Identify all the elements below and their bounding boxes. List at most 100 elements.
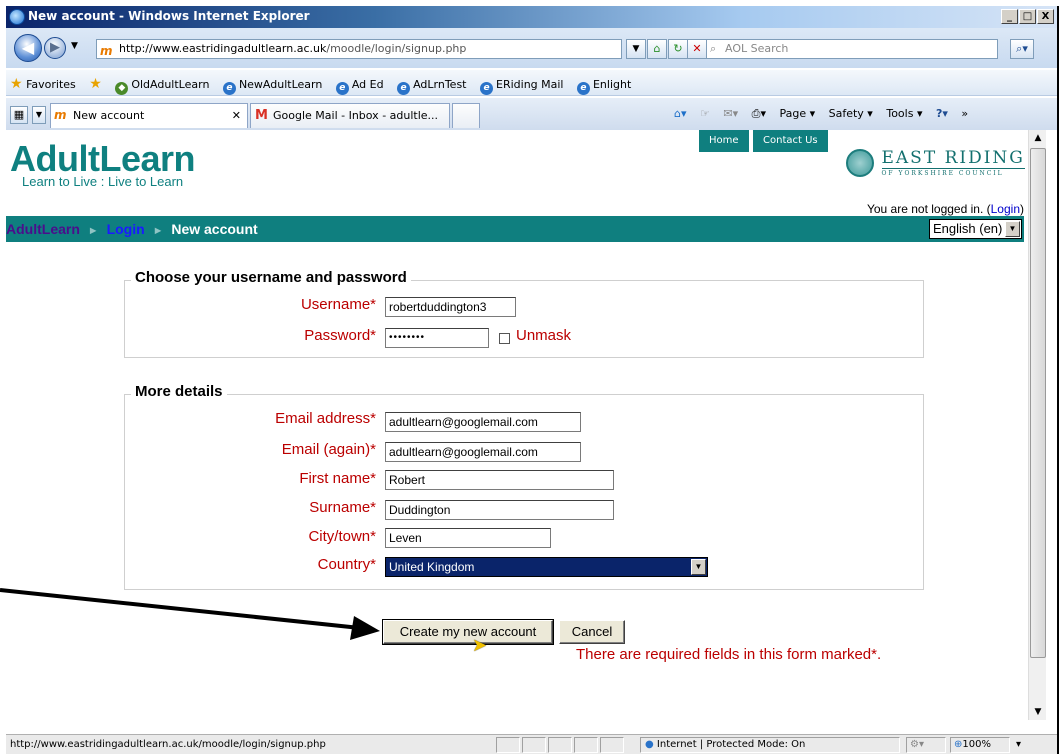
chevron-right-icon[interactable]: » [961,107,968,120]
country-select[interactable]: United Kingdom ▼ [385,557,708,577]
ie-logo-icon [9,9,25,25]
maximize-button[interactable]: □ [1019,9,1036,24]
logo-text: AdultLearn [10,138,196,179]
add-ons-icon[interactable]: ⚙▾ [906,737,946,753]
status-cell [548,737,572,753]
ie-page-icon: e [397,82,411,95]
username-label: Username* [300,296,376,313]
home-link[interactable]: Home [698,130,749,152]
tab-google-mail[interactable]: M Google Mail - Inbox - adultle... [250,103,450,128]
favorite-link-oldadultlearn[interactable]: ◆ OldAdultLearn [115,78,209,95]
status-url: http://www.eastridingadultlearn.ac.uk/mo… [10,739,326,750]
refresh-icon[interactable]: ↻ [668,39,688,59]
print-icon[interactable]: ⎙▾ [752,107,766,121]
quick-tabs-icon[interactable]: ▦ [10,106,28,124]
status-cell [496,737,520,753]
zoom-control[interactable]: ⊕100% [950,737,1010,753]
language-value: English (en) [933,221,1003,236]
tools-menu[interactable]: Tools ▾ [886,107,922,120]
favorite-link-eriding-mail[interactable]: e ERiding Mail [480,78,563,95]
contact-us-link[interactable]: Contact Us [752,130,828,152]
search-input[interactable]: ⌕ AOL Search [706,39,998,59]
zoom-dropdown-icon[interactable]: ▾ [1016,735,1021,754]
surname-field[interactable]: Duddington [385,500,614,520]
status-cell [522,737,546,753]
add-favorite-icon[interactable]: ★ [89,76,102,92]
url-path: /moodle/login/signup.php [326,42,467,55]
breadcrumb-adultlearn[interactable]: AdultLearn [6,221,80,237]
create-account-button[interactable]: Create my new account [382,619,554,645]
breadcrumb-separator-icon: ► [152,225,164,237]
status-cell [574,737,598,753]
feeds-icon[interactable]: ☞ [700,107,710,120]
forward-button[interactable]: ▶ [44,37,66,59]
email-again-field[interactable]: adultlearn@googlemail.com [385,442,581,462]
history-dropdown-icon[interactable]: ▼ [71,41,78,51]
breadcrumb-current: New account [171,221,258,237]
tab-list-dropdown-icon[interactable]: ▼ [32,106,46,124]
favorite-label: ERiding Mail [496,78,564,91]
favorite-link-adlrntest[interactable]: e AdLrnTest [397,78,467,95]
search-go-icon[interactable]: ⌕▾ [1010,39,1034,59]
address-input[interactable]: m http://www.eastridingadultlearn.ac.uk/… [96,39,622,59]
close-window-button[interactable]: X [1037,9,1054,24]
login-status-text: You are not logged in. ( [866,202,991,216]
address-dropdown-icon[interactable]: ▼ [626,39,646,59]
favorite-label: Ad Ed [351,78,384,91]
page-menu[interactable]: Page ▾ [779,107,815,120]
moodle-favicon-icon: m [54,108,67,122]
logo-tagline: Learn to Live : Live to Learn [22,174,184,189]
window-title: New account - Windows Internet Explorer [28,9,310,23]
zoom-level: 100% [962,739,991,750]
compatibility-view-icon[interactable]: ⌂ [647,39,667,59]
chevron-down-icon[interactable]: ▼ [1005,221,1020,237]
unmask-label: Unmask [516,327,572,344]
login-link[interactable]: Login [991,202,1020,216]
credentials-legend: Choose your username and password [131,269,411,286]
home-icon[interactable]: ⌂▾ [674,107,687,120]
minimize-button[interactable]: _ [1001,9,1018,24]
page-content: AdultLearn Learn to Live : Live to Learn… [6,130,1028,720]
status-cell [600,737,624,753]
read-mail-icon[interactable]: ✉▾ [723,107,738,120]
unmask-checkbox[interactable] [499,333,510,344]
breadcrumb-login[interactable]: Login [107,221,145,237]
back-button[interactable]: ◀ [14,34,42,62]
window-title-bar[interactable]: New account - Windows Internet Explorer … [6,6,1058,28]
city-field[interactable]: Leven [385,528,551,548]
country-value: United Kingdom [389,560,475,574]
vertical-scrollbar[interactable]: ▲ ▼ [1028,130,1046,720]
site-logo[interactable]: AdultLearn Learn to Live : Live to Learn [10,138,196,190]
favorites-button[interactable]: ★ Favorites [10,76,76,92]
council-seal-icon [846,148,874,177]
favorite-link-newadultlearn[interactable]: e NewAdultLearn [222,78,322,95]
password-field[interactable]: •••••••• [385,328,489,348]
help-icon[interactable]: ?▾ [936,107,948,120]
scroll-down-icon[interactable]: ▼ [1030,704,1046,720]
favorite-link-ad-ed[interactable]: e Ad Ed [335,78,384,95]
first-name-label: First name* [299,470,376,487]
gmail-icon: M [255,108,268,123]
login-status-close: ) [1020,202,1024,216]
language-select[interactable]: English (en) ▼ [929,219,1022,239]
tab-new-account[interactable]: m New account ✕ [50,103,248,128]
password-label: Password* [304,327,376,344]
new-tab-button[interactable] [452,103,480,128]
username-field[interactable]: robertduddington3 [385,297,516,317]
screenshot-frame-border [1057,6,1059,754]
security-zone-text: Internet | Protected Mode: On [656,739,806,750]
scrollbar-thumb[interactable] [1030,148,1046,658]
security-zone[interactable]: ● Internet | Protected Mode: On [640,737,900,753]
safety-menu[interactable]: Safety ▾ [829,107,873,120]
globe-icon: ● [645,739,654,750]
cancel-button[interactable]: Cancel [559,620,625,644]
ie-page-icon: e [335,82,349,95]
first-name-field[interactable]: Robert [385,470,614,490]
favorite-label: AdLrnTest [413,78,467,91]
favorite-link-enlight[interactable]: e Enlight [576,78,631,95]
close-tab-icon[interactable]: ✕ [232,104,241,127]
email-field[interactable]: adultlearn@googlemail.com [385,412,581,432]
scroll-up-icon[interactable]: ▲ [1030,130,1046,146]
chevron-down-icon[interactable]: ▼ [691,559,706,575]
stop-icon[interactable]: ✕ [687,39,707,59]
